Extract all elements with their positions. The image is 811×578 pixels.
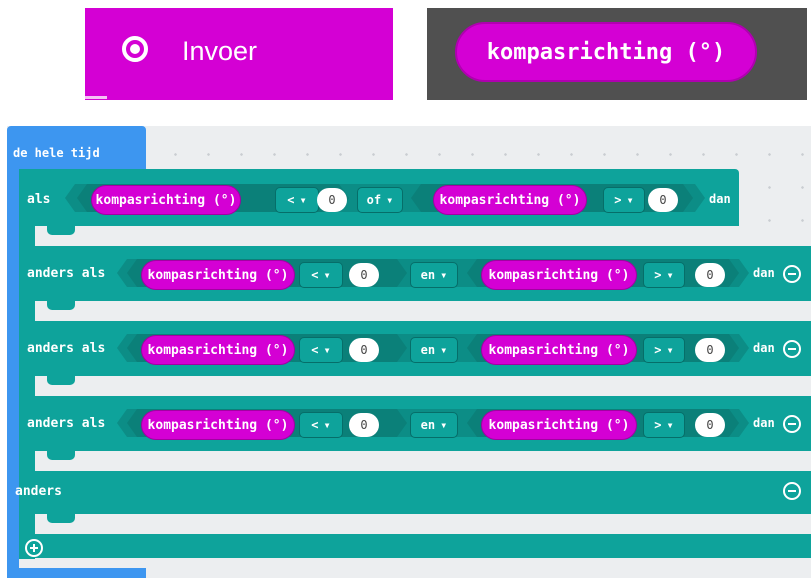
- logic-operator-dropdown[interactable]: en ▾: [410, 412, 458, 438]
- compass-heading-block[interactable]: kompasrichting (°): [455, 22, 757, 82]
- forever-block-bottom: [7, 568, 146, 578]
- number-input[interactable]: 0: [349, 263, 379, 287]
- if-label: als: [27, 192, 51, 207]
- compass-heading-block[interactable]: kompasrichting (°): [481, 260, 637, 290]
- number-input[interactable]: 0: [349, 413, 379, 437]
- number-input[interactable]: 0: [317, 188, 347, 212]
- remove-branch-icon[interactable]: [783, 340, 801, 358]
- slot-notch: [47, 514, 75, 523]
- else-if-label: anders als: [27, 416, 106, 431]
- else-if-label: anders als: [27, 266, 106, 281]
- compass-heading-block[interactable]: kompasrichting (°): [481, 410, 637, 440]
- compass-heading-block[interactable]: kompasrichting (°): [141, 410, 295, 440]
- workspace[interactable]: de hele tijd als kompasrichting (°) < ▾ 0…: [7, 126, 811, 578]
- number-input[interactable]: 0: [695, 263, 725, 287]
- compare-operator-dropdown[interactable]: > ▾: [603, 187, 645, 213]
- compass-heading-block[interactable]: kompasrichting (°): [91, 185, 241, 215]
- radio-target-icon: [122, 36, 148, 62]
- remove-branch-icon[interactable]: [783, 415, 801, 433]
- block-preview-panel: kompasrichting (°): [427, 8, 807, 100]
- compass-heading-block[interactable]: kompasrichting (°): [141, 335, 295, 365]
- compass-heading-block[interactable]: kompasrichting (°): [141, 260, 295, 290]
- compare-operator-dropdown[interactable]: > ▾: [643, 262, 685, 288]
- forever-label: de hele tijd: [13, 146, 100, 160]
- slot-notch: [47, 376, 75, 385]
- else-if-label: anders als: [27, 341, 106, 356]
- logic-operator-dropdown[interactable]: en ▾: [410, 337, 458, 363]
- then-label: dan: [709, 192, 731, 206]
- add-branch-icon[interactable]: [25, 539, 43, 557]
- number-input[interactable]: 0: [349, 338, 379, 362]
- compass-heading-block[interactable]: kompasrichting (°): [433, 185, 587, 215]
- number-input[interactable]: 0: [695, 413, 725, 437]
- if-block-spine: [19, 169, 35, 559]
- compare-operator-dropdown[interactable]: < ▾: [299, 262, 343, 288]
- logic-operator-dropdown[interactable]: en ▾: [410, 262, 458, 288]
- forever-block-side: [7, 170, 19, 578]
- then-label: dan: [753, 416, 775, 430]
- else-label: anders: [15, 484, 62, 499]
- compare-operator-dropdown[interactable]: < ▾: [299, 337, 343, 363]
- statement-slot[interactable]: [35, 514, 811, 534]
- category-label: Invoer: [182, 36, 258, 66]
- number-input[interactable]: 0: [695, 338, 725, 362]
- compare-operator-dropdown[interactable]: > ▾: [643, 412, 685, 438]
- compare-operator-dropdown[interactable]: < ▾: [299, 412, 343, 438]
- then-label: dan: [753, 266, 775, 280]
- remove-else-icon[interactable]: [783, 482, 801, 500]
- slot-notch: [47, 451, 75, 460]
- slot-notch: [47, 226, 75, 235]
- statement-slot[interactable]: [35, 376, 811, 396]
- logic-operator-dropdown[interactable]: of ▾: [357, 187, 403, 213]
- statement-slot[interactable]: [35, 301, 811, 321]
- then-label: dan: [753, 341, 775, 355]
- compass-heading-block[interactable]: kompasrichting (°): [481, 335, 637, 365]
- category-indicator: [85, 96, 107, 99]
- statement-slot[interactable]: [35, 226, 811, 246]
- number-input[interactable]: 0: [648, 188, 678, 212]
- toolbox-category-invoer[interactable]: Invoer: [85, 8, 393, 100]
- slot-notch: [47, 301, 75, 310]
- statement-slot[interactable]: [35, 451, 811, 471]
- compare-operator-dropdown[interactable]: > ▾: [643, 337, 685, 363]
- remove-branch-icon[interactable]: [783, 265, 801, 283]
- compare-operator-dropdown[interactable]: < ▾: [275, 187, 319, 213]
